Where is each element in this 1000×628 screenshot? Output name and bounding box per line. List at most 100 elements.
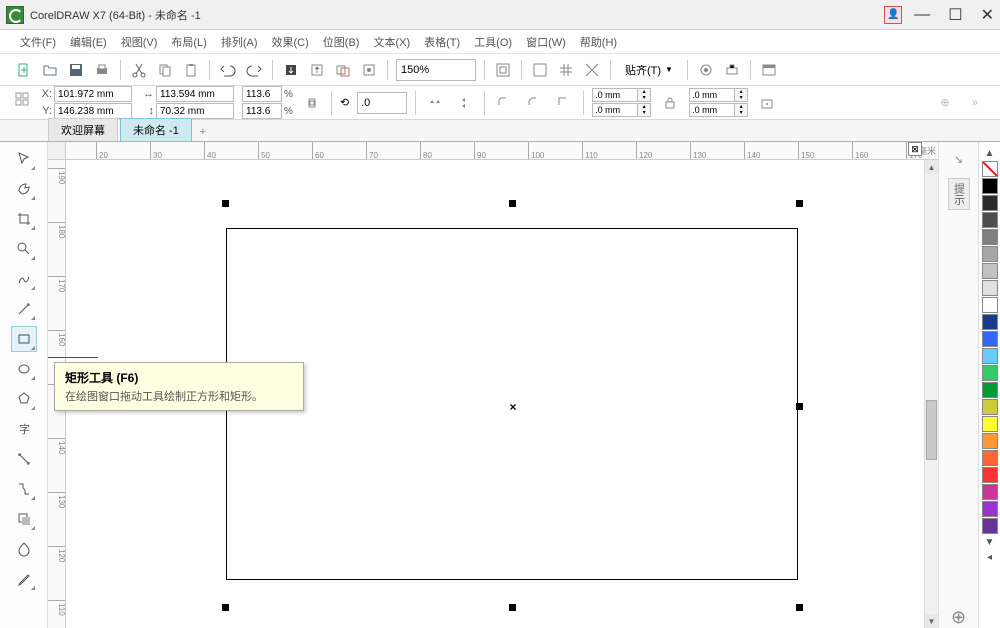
palette-up-button[interactable]: ▲ <box>985 146 995 161</box>
color-swatch[interactable] <box>982 467 998 483</box>
handle-tl[interactable] <box>222 200 229 207</box>
eyedropper-tool[interactable] <box>11 566 37 592</box>
zoom-tool[interactable] <box>11 236 37 262</box>
color-swatch[interactable] <box>982 246 998 262</box>
menu-file[interactable]: 文件(F) <box>14 32 62 52</box>
new-tab-button[interactable]: + <box>194 123 212 141</box>
handle-bm[interactable] <box>509 604 516 611</box>
print-button[interactable] <box>92 60 112 80</box>
polygon-tool[interactable] <box>11 386 37 412</box>
parallel-dim-tool[interactable] <box>11 446 37 472</box>
paste-button[interactable] <box>181 60 201 80</box>
menu-layout[interactable]: 布局(L) <box>165 32 212 52</box>
scallop-corner-button[interactable] <box>523 92 545 114</box>
scroll-down-button[interactable]: ▼ <box>925 614 938 628</box>
color-swatch[interactable] <box>982 195 998 211</box>
corner-tl-input[interactable] <box>592 88 638 102</box>
connector-tool[interactable] <box>11 476 37 502</box>
close-button[interactable]: ✕ <box>981 5 994 25</box>
rectangle-tool[interactable] <box>11 326 37 352</box>
color-swatch[interactable] <box>982 450 998 466</box>
mirror-v-button[interactable] <box>454 92 476 114</box>
panel-arrow-icon[interactable]: ↘ <box>948 148 970 170</box>
color-swatch[interactable] <box>982 348 998 364</box>
menu-arrange[interactable]: 排列(A) <box>215 32 264 52</box>
publish-button[interactable] <box>333 60 353 80</box>
drop-shadow-tool[interactable] <box>11 506 37 532</box>
pick-tool[interactable] <box>11 146 37 172</box>
color-swatch[interactable] <box>982 433 998 449</box>
options-button[interactable] <box>696 60 716 80</box>
tab-document[interactable]: 未命名 -1 <box>120 118 192 141</box>
color-swatch[interactable] <box>982 212 998 228</box>
handle-bl[interactable] <box>222 604 229 611</box>
corner-tr-input[interactable] <box>689 88 735 102</box>
scale-y-input[interactable] <box>242 103 282 119</box>
ellipse-tool[interactable] <box>11 356 37 382</box>
minimize-button[interactable]: — <box>914 6 930 24</box>
show-rulers-button[interactable] <box>530 60 550 80</box>
round-corner-button[interactable] <box>493 92 515 114</box>
cut-button[interactable] <box>129 60 149 80</box>
handle-tm[interactable] <box>509 200 516 207</box>
export-button[interactable] <box>307 60 327 80</box>
x-position-input[interactable] <box>54 86 132 102</box>
color-swatch[interactable] <box>982 382 998 398</box>
menu-text[interactable]: 文本(X) <box>367 32 416 52</box>
width-input[interactable] <box>156 86 234 102</box>
workspace-button[interactable] <box>759 60 779 80</box>
crop-tool[interactable] <box>11 206 37 232</box>
corner-bl-input[interactable] <box>592 103 638 117</box>
color-swatch[interactable] <box>982 297 998 313</box>
relative-corner-button[interactable] <box>756 92 778 114</box>
show-guides-button[interactable] <box>582 60 602 80</box>
palette-down-button[interactable]: ▼ <box>985 535 995 550</box>
hints-docker-tab[interactable]: 提示 <box>948 178 970 210</box>
transparency-tool[interactable] <box>11 536 37 562</box>
launch-button[interactable] <box>722 60 742 80</box>
open-button[interactable] <box>40 60 60 80</box>
rotation-input[interactable] <box>357 92 407 114</box>
menu-table[interactable]: 表格(T) <box>418 32 466 52</box>
add-docker-button[interactable]: ⊕ <box>948 606 970 628</box>
color-swatch[interactable] <box>982 280 998 296</box>
zoom-level-input[interactable] <box>396 59 476 81</box>
mirror-h-button[interactable] <box>424 92 446 114</box>
convert-to-curves-button[interactable]: ⊕ <box>934 92 956 114</box>
chamfer-corner-button[interactable] <box>553 92 575 114</box>
vertical-scrollbar[interactable]: ▲ ▼ <box>924 160 938 628</box>
snap-dropdown[interactable]: 贴齐(T) ▼ <box>619 59 679 81</box>
color-swatch[interactable] <box>982 365 998 381</box>
user-avatar-icon[interactable]: 👤 <box>884 6 902 24</box>
color-swatch[interactable] <box>982 229 998 245</box>
lock-ratio-button[interactable] <box>301 92 323 114</box>
color-swatch[interactable] <box>982 501 998 517</box>
scroll-up-button[interactable]: ▲ <box>925 160 938 174</box>
color-swatch[interactable] <box>982 416 998 432</box>
color-swatch[interactable] <box>982 331 998 347</box>
corner-lock-button[interactable] <box>659 92 681 114</box>
palette-flyout-button[interactable]: ◂ <box>987 550 992 565</box>
artistic-media-tool[interactable] <box>11 296 37 322</box>
menu-tools[interactable]: 工具(O) <box>468 32 518 52</box>
horizontal-ruler[interactable]: 2030405060708090100110120130140150160170 <box>66 142 938 160</box>
color-swatch[interactable] <box>982 178 998 194</box>
color-swatch[interactable] <box>982 314 998 330</box>
corner-br-input[interactable] <box>689 103 735 117</box>
app-launcher-button[interactable] <box>359 60 379 80</box>
maximize-button[interactable]: ☐ <box>948 5 962 25</box>
color-swatch[interactable] <box>982 263 998 279</box>
menu-effects[interactable]: 效果(C) <box>266 32 315 52</box>
shape-tool[interactable] <box>11 176 37 202</box>
menu-help[interactable]: 帮助(H) <box>574 32 623 52</box>
menu-view[interactable]: 视图(V) <box>115 32 164 52</box>
handle-tr[interactable] <box>796 200 803 207</box>
y-position-input[interactable] <box>54 103 132 119</box>
height-input[interactable] <box>156 103 234 119</box>
scroll-thumb[interactable] <box>926 400 937 460</box>
save-button[interactable] <box>66 60 86 80</box>
redo-button[interactable] <box>244 60 264 80</box>
more-button[interactable]: » <box>964 92 986 114</box>
handle-mr[interactable] <box>796 403 803 410</box>
text-tool[interactable]: 字 <box>11 416 37 442</box>
